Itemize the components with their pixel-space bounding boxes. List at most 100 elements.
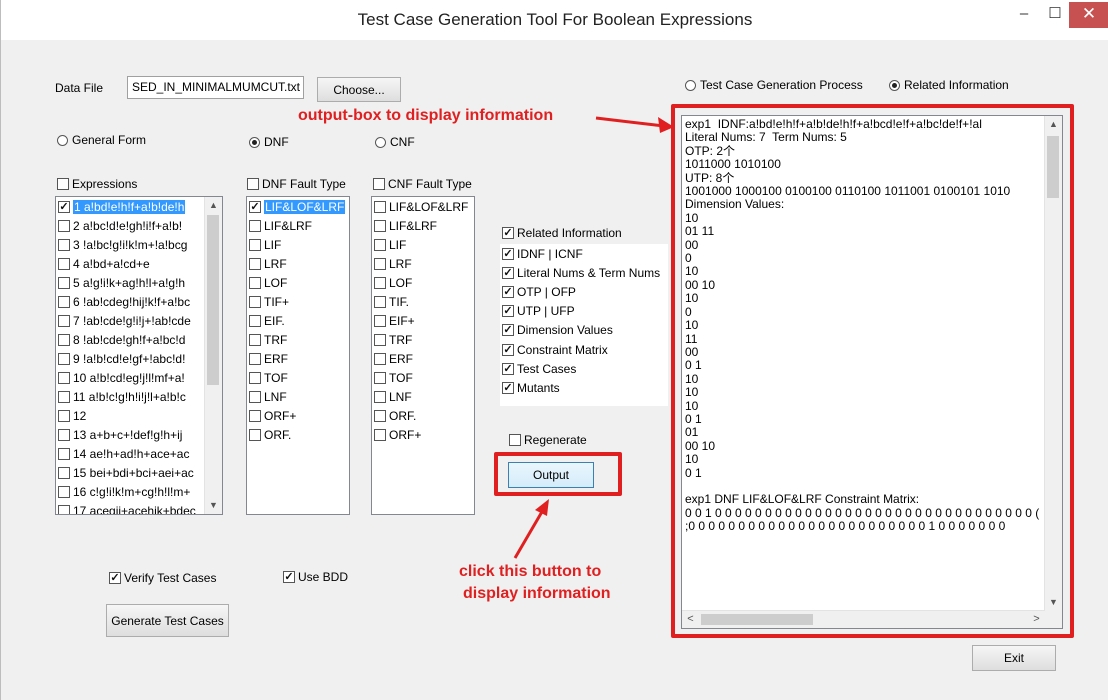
checkbox-icon[interactable] xyxy=(249,428,261,441)
checkbox-icon[interactable] xyxy=(58,257,70,270)
checkbox-icon[interactable] xyxy=(249,390,261,403)
checkbox-icon[interactable] xyxy=(58,466,70,479)
cnf-fault-item[interactable]: ORF. xyxy=(372,406,474,425)
checkbox-icon[interactable]: ✓ xyxy=(502,285,514,298)
checkbox-icon[interactable] xyxy=(249,352,261,365)
dnf-fault-item[interactable]: TOF xyxy=(247,368,349,387)
checkbox-icon[interactable] xyxy=(249,314,261,327)
checkbox-icon[interactable] xyxy=(58,485,70,498)
radio-dnf[interactable]: DNF xyxy=(249,135,289,149)
cnf-fault-item[interactable]: ERF xyxy=(372,349,474,368)
expression-item[interactable]: 10 a!b!cd!eg!j!l!mf+a! xyxy=(56,368,222,387)
related-info-item[interactable]: ✓ Literal Nums & Term Nums xyxy=(500,263,668,282)
checkbox-icon[interactable] xyxy=(374,390,386,403)
checkbox-icon[interactable] xyxy=(249,238,261,251)
cnf-fault-item[interactable]: TRF xyxy=(372,330,474,349)
choose-button[interactable]: Choose... xyxy=(317,77,401,102)
dnf-fault-item[interactable]: LOF xyxy=(247,273,349,292)
expression-item[interactable]: 13 a+b+c+!def!g!h+ij xyxy=(56,425,222,444)
related-info-item[interactable]: ✓ Test Cases xyxy=(500,359,668,378)
checkbox-icon[interactable] xyxy=(249,276,261,289)
cnf-fault-item[interactable]: LIF&LRF xyxy=(372,216,474,235)
checkbox-icon[interactable]: ✓ xyxy=(502,324,514,337)
dnf-fault-item[interactable]: ✓ LIF&LOF&LRF xyxy=(247,197,349,216)
close-icon[interactable]: ✕ xyxy=(1069,2,1108,28)
related-info-item[interactable]: ✓ Dimension Values xyxy=(500,321,668,340)
checkbox-icon[interactable] xyxy=(374,333,386,346)
checkbox-icon[interactable] xyxy=(58,371,70,384)
generate-test-cases-button[interactable]: Generate Test Cases xyxy=(106,604,229,637)
checkbox-icon[interactable] xyxy=(58,390,70,403)
checkbox-icon[interactable] xyxy=(249,333,261,346)
cnf-fault-item[interactable]: LRF xyxy=(372,254,474,273)
checkbox-icon[interactable] xyxy=(58,314,70,327)
scroll-up-icon[interactable]: ▲ xyxy=(205,197,222,214)
scroll-thumb[interactable] xyxy=(207,215,219,385)
related-info-select-all[interactable]: ✓ Related Information xyxy=(502,226,622,240)
checkbox-icon[interactable] xyxy=(58,504,70,514)
related-info-item[interactable]: ✓ OTP | OFP xyxy=(500,282,668,301)
radio-general-form[interactable]: General Form xyxy=(57,133,146,147)
checkbox-icon[interactable]: ✓ xyxy=(502,266,514,279)
expression-item[interactable]: 7 !ab!cde!g!i!j+!ab!cde xyxy=(56,311,222,330)
regenerate-checkbox[interactable]: Regenerate xyxy=(509,433,587,447)
radio-related-information[interactable]: Related Information xyxy=(889,78,1009,92)
exit-button[interactable]: Exit xyxy=(972,645,1056,671)
cnf-fault-item[interactable]: LNF xyxy=(372,387,474,406)
checkbox-icon[interactable] xyxy=(374,219,386,232)
expression-item[interactable]: 17 acegij+acehik+bdec xyxy=(56,501,222,514)
checkbox-icon[interactable] xyxy=(374,257,386,270)
dnf-fault-item[interactable]: LNF xyxy=(247,387,349,406)
checkbox-icon[interactable] xyxy=(249,371,261,384)
expression-item[interactable]: 15 bei+bdi+bci+aei+ac xyxy=(56,463,222,482)
cnf-fault-select-all[interactable]: CNF Fault Type xyxy=(373,177,472,191)
dnf-fault-select-all[interactable]: DNF Fault Type xyxy=(247,177,346,191)
related-info-item[interactable]: ✓ Mutants xyxy=(500,378,668,397)
dnf-fault-list[interactable]: ✓ LIF&LOF&LRF LIF&LRF LIF LRF LOF TIF+ EIF. TRF E… xyxy=(246,196,350,515)
checkbox-icon[interactable] xyxy=(58,219,70,232)
minimize-icon[interactable]: – xyxy=(1009,2,1039,28)
checkbox-icon[interactable] xyxy=(58,447,70,460)
maximize-icon[interactable]: ☐ xyxy=(1041,2,1069,28)
dnf-fault-item[interactable]: ERF xyxy=(247,349,349,368)
checkbox-icon[interactable] xyxy=(374,314,386,327)
dnf-fault-item[interactable]: LRF xyxy=(247,254,349,273)
cnf-fault-item[interactable]: ORF+ xyxy=(372,425,474,444)
checkbox-icon[interactable] xyxy=(249,257,261,270)
expression-item[interactable]: 5 a!g!i!k+ag!h!l+a!g!h xyxy=(56,273,222,292)
cnf-fault-item[interactable]: LOF xyxy=(372,273,474,292)
checkbox-icon[interactable] xyxy=(374,428,386,441)
related-info-item[interactable]: ✓ Constraint Matrix xyxy=(500,340,668,359)
expression-item[interactable]: 12 xyxy=(56,406,222,425)
radio-cnf[interactable]: CNF xyxy=(375,135,415,149)
checkbox-icon[interactable] xyxy=(58,409,70,422)
checkbox-icon[interactable]: ✓ xyxy=(58,200,70,213)
checkbox-icon[interactable] xyxy=(374,276,386,289)
expressions-select-all[interactable]: Expressions xyxy=(57,177,137,191)
checkbox-icon[interactable] xyxy=(58,333,70,346)
verify-test-cases-checkbox[interactable]: ✓ Verify Test Cases xyxy=(109,571,216,585)
radio-test-case-process[interactable]: Test Case Generation Process xyxy=(685,78,863,92)
checkbox-icon[interactable] xyxy=(374,409,386,422)
expression-item[interactable]: 14 ae!h+ad!h+ace+ac xyxy=(56,444,222,463)
related-info-item[interactable]: ✓ UTP | UFP xyxy=(500,302,668,321)
dnf-fault-item[interactable]: ORF. xyxy=(247,425,349,444)
checkbox-icon[interactable] xyxy=(374,238,386,251)
checkbox-icon[interactable]: ✓ xyxy=(249,200,261,213)
dnf-fault-item[interactable]: EIF. xyxy=(247,311,349,330)
expression-item[interactable]: 11 a!b!c!g!h!i!j!l+a!b!c xyxy=(56,387,222,406)
scroll-down-icon[interactable]: ▼ xyxy=(205,497,222,514)
expression-item[interactable]: 6 !ab!cdeg!hij!k!f+a!bc xyxy=(56,292,222,311)
checkbox-icon[interactable] xyxy=(374,200,386,213)
checkbox-icon[interactable]: ✓ xyxy=(502,362,514,375)
expressions-scrollbar[interactable]: ▲ ▼ xyxy=(204,197,222,514)
cnf-fault-item[interactable]: LIF&LOF&LRF xyxy=(372,197,474,216)
checkbox-icon[interactable] xyxy=(58,295,70,308)
checkbox-icon[interactable] xyxy=(374,371,386,384)
use-bdd-checkbox[interactable]: ✓ Use BDD xyxy=(283,570,348,584)
checkbox-icon[interactable] xyxy=(249,409,261,422)
checkbox-icon[interactable]: ✓ xyxy=(502,247,514,260)
expression-item[interactable]: 2 a!bc!d!e!gh!i!f+a!b! xyxy=(56,216,222,235)
dnf-fault-item[interactable]: LIF&LRF xyxy=(247,216,349,235)
cnf-fault-item[interactable]: TIF. xyxy=(372,292,474,311)
